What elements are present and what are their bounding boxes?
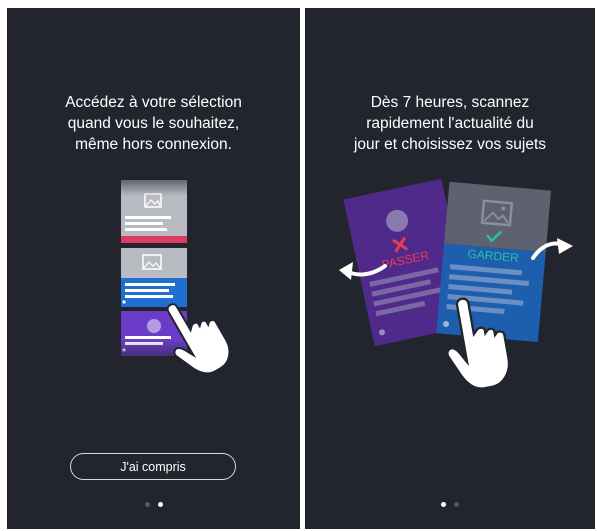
onboarding-screen-offline: Accédez à votre sélection quand vous le … xyxy=(7,8,300,529)
article-card xyxy=(121,248,187,307)
pagination-dots xyxy=(7,502,300,507)
page-dot[interactable] xyxy=(144,502,150,507)
acknowledge-button[interactable]: J'ai compris xyxy=(70,453,236,480)
page-dot-active[interactable] xyxy=(157,502,163,507)
page-dot[interactable] xyxy=(454,502,459,507)
strip-blue xyxy=(121,278,187,307)
pagination-dots xyxy=(305,502,595,507)
article-stack-illustration xyxy=(115,168,231,375)
strip-pink xyxy=(121,236,187,243)
onboarding-screen-swipe: Dès 7 heures, scannez rapidement l'actua… xyxy=(305,8,595,529)
page-dot-active[interactable] xyxy=(441,502,446,507)
card-garder: GARDER xyxy=(436,181,552,343)
swipe-cards-illustration: PASSER GARDER xyxy=(339,178,573,390)
